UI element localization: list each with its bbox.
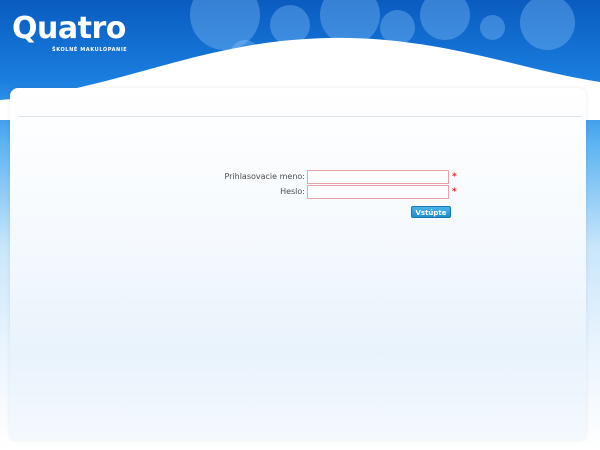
username-input[interactable] (307, 170, 449, 184)
password-row: Heslo: * (0, 185, 600, 199)
password-required-marker: * (452, 187, 457, 197)
logo-wordmark: Quatro (12, 11, 126, 46)
submit-button[interactable]: Vstúpte (411, 206, 451, 218)
quatro-logo: Quatro ŠKOLNÉ MAKULOPANIE (12, 11, 128, 54)
password-label: Heslo: (280, 187, 305, 196)
logo-tagline: ŠKOLNÉ MAKULOPANIE (52, 47, 128, 53)
username-row: Prihlasovacie meno: * (0, 170, 600, 184)
content-divider (18, 116, 582, 117)
password-input[interactable] (307, 185, 449, 199)
username-label: Prihlasovacie meno: (224, 172, 305, 181)
username-required-marker: * (452, 172, 457, 182)
content-panel (10, 88, 586, 440)
